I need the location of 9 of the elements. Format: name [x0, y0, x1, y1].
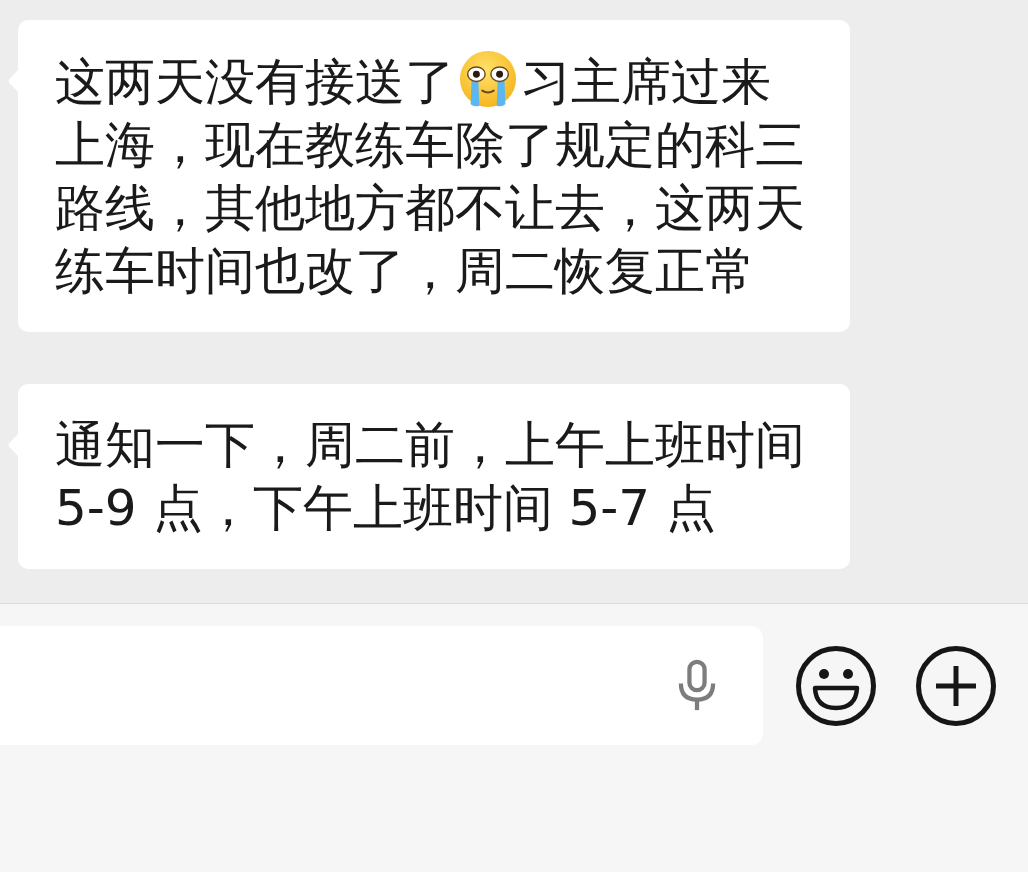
smiley-icon — [796, 646, 876, 726]
crying-face-icon — [459, 50, 517, 108]
message-text: 通知一下，周二前，上午上班时间5-9 点，下午上班时间 5-7 点 — [55, 415, 806, 539]
microphone-icon[interactable] — [678, 659, 716, 712]
plus-icon — [916, 646, 996, 726]
emoji-button[interactable] — [796, 646, 876, 726]
add-button[interactable] — [916, 646, 996, 726]
message-input-field[interactable] — [0, 626, 763, 745]
message-text: 这两天没有接送了 习主席过来上海，现在教练车除了规定的科三路线，其他地方都不让去，这两天练车时间也改了，周二恢复正常 — [55, 50, 815, 303]
